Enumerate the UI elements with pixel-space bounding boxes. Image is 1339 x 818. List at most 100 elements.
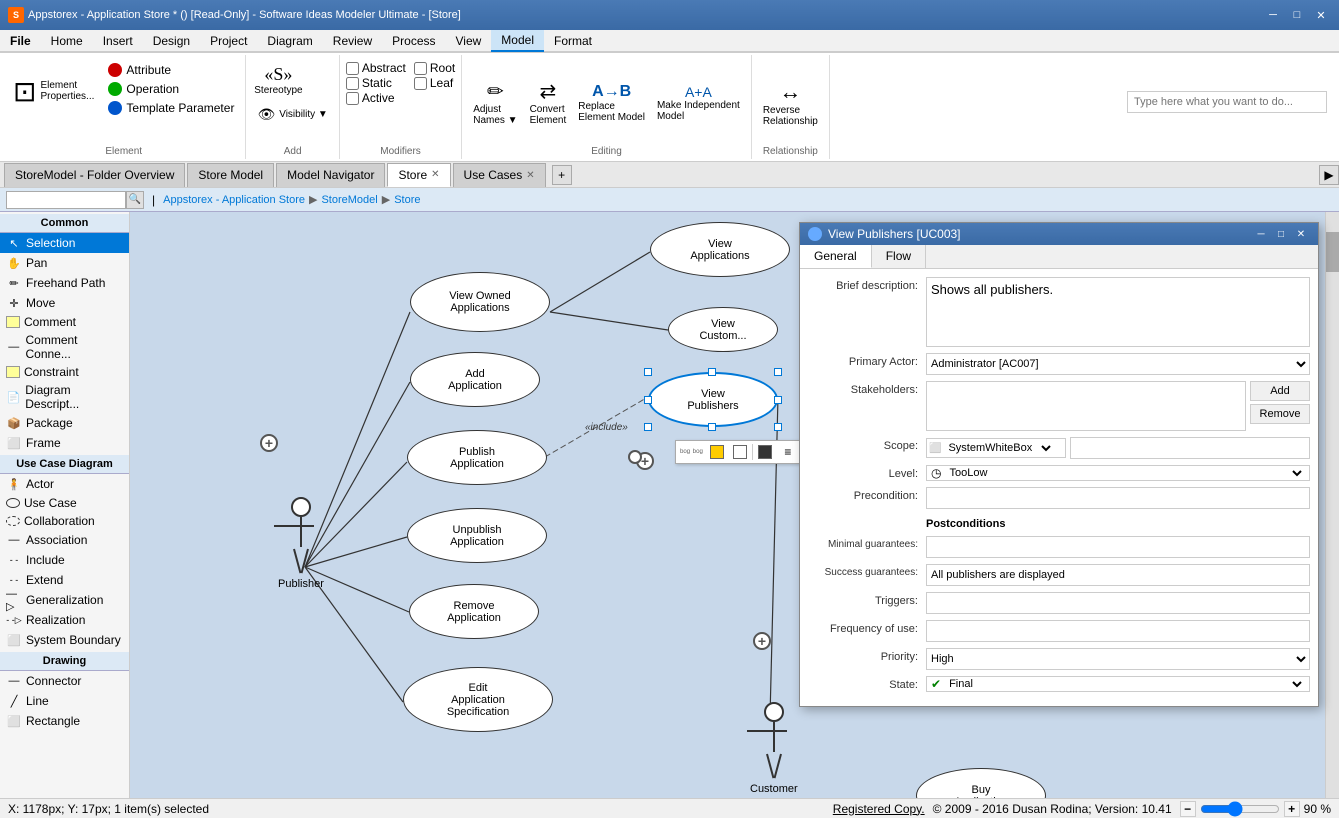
brief-desc-input[interactable]: Shows all publishers.: [926, 277, 1310, 347]
sel-handle-tr[interactable]: [774, 368, 782, 376]
visibility-btn[interactable]: 👁 Visibility ▼: [252, 103, 332, 126]
panel-item-freehand[interactable]: ✏ Freehand Path: [0, 273, 129, 293]
tab-use-cases[interactable]: Use Cases ✕: [453, 163, 546, 187]
panel-item-diagram-desc[interactable]: 📄 Diagram Descript...: [0, 381, 129, 413]
menu-project[interactable]: Project: [200, 30, 257, 52]
dialog-close-btn[interactable]: ✕: [1292, 227, 1310, 241]
menu-process[interactable]: Process: [382, 30, 445, 52]
search-field[interactable]: [6, 191, 126, 209]
zoom-out-btn[interactable]: −: [1180, 801, 1196, 817]
maximize-btn[interactable]: □: [1287, 7, 1307, 23]
tab-folder-overview[interactable]: StoreModel - Folder Overview: [4, 163, 185, 187]
panel-item-system-boundary[interactable]: ⬜ System Boundary: [0, 630, 129, 650]
sel-handle-tm[interactable]: [708, 368, 716, 376]
priority-select[interactable]: High Medium Low: [926, 648, 1310, 670]
abstract-checkbox[interactable]: [346, 62, 359, 75]
scope-text-input[interactable]: [1070, 437, 1310, 459]
operation-btn[interactable]: Operation: [103, 80, 239, 98]
actor-publisher[interactable]: Publisher: [278, 497, 324, 590]
dialog-tab-general[interactable]: General: [800, 245, 872, 268]
triggers-input[interactable]: [926, 592, 1310, 614]
uc-add-application[interactable]: AddApplication: [410, 352, 540, 407]
precondition-input[interactable]: [926, 487, 1310, 509]
actor-customer[interactable]: Customer: [750, 702, 798, 795]
vscroll-thumb[interactable]: [1326, 232, 1339, 272]
remove-stakeholder-btn[interactable]: Remove: [1250, 404, 1310, 424]
frequency-input[interactable]: [926, 620, 1310, 642]
adjust-names-btn[interactable]: ✏ AdjustNames ▼: [468, 76, 522, 129]
make-independent-btn[interactable]: A+A Make IndependentModel: [652, 81, 745, 125]
ft-color-btn[interactable]: [706, 443, 728, 461]
panel-item-line[interactable]: ╱ Line: [0, 691, 129, 711]
root-checkbox[interactable]: [414, 62, 427, 75]
static-checkbox[interactable]: [346, 77, 359, 90]
panel-item-association[interactable]: — Association: [0, 530, 129, 550]
uc-view-owned-apps[interactable]: View OwnedApplications: [410, 272, 550, 332]
vertical-scrollbar[interactable]: [1325, 212, 1339, 798]
add-btn-left[interactable]: +: [260, 434, 278, 452]
canvas[interactable]: «include» View OwnedApplications AddAppl…: [130, 212, 1339, 798]
panel-item-generalization[interactable]: —▷ Generalization: [0, 590, 129, 610]
uc-buy-application[interactable]: BuyApplication: [916, 768, 1046, 798]
sel-handle-bm[interactable]: [708, 423, 716, 431]
attribute-btn[interactable]: Attribute: [103, 61, 239, 79]
menu-home[interactable]: Home: [41, 30, 93, 52]
panel-item-move[interactable]: ✛ Move: [0, 293, 129, 313]
ft-white-btn[interactable]: [729, 443, 751, 461]
search-button[interactable]: 🔍: [126, 191, 144, 209]
success-guarantees-input[interactable]: [926, 564, 1310, 586]
sel-handle-br[interactable]: [774, 423, 782, 431]
panel-item-comment[interactable]: Comment: [0, 313, 129, 331]
state-select[interactable]: Final Draft Review: [945, 677, 1305, 691]
panel-item-rectangle[interactable]: ⬜ Rectangle: [0, 711, 129, 731]
stereotype-btn[interactable]: «S» Stereotype: [252, 61, 304, 99]
registered-copy[interactable]: Registered Copy.: [833, 802, 925, 816]
menu-insert[interactable]: Insert: [93, 30, 143, 52]
panel-item-collaboration[interactable]: Collaboration: [0, 512, 129, 530]
menu-review[interactable]: Review: [323, 30, 382, 52]
menu-diagram[interactable]: Diagram: [257, 30, 322, 52]
panel-item-constraint[interactable]: Constraint: [0, 363, 129, 381]
panel-item-include[interactable]: - - Include: [0, 550, 129, 570]
panel-item-pan[interactable]: ✋ Pan: [0, 253, 129, 273]
zoom-in-btn[interactable]: +: [1284, 801, 1300, 817]
breadcrumb-appstorex[interactable]: Appstorex - Application Store: [163, 194, 305, 206]
ft-black-btn[interactable]: [754, 443, 776, 461]
active-checkbox[interactable]: [346, 92, 359, 105]
replace-element-btn[interactable]: A→B ReplaceElement Model: [573, 80, 650, 126]
dialog-maximize-btn[interactable]: □: [1272, 227, 1290, 241]
menu-format[interactable]: Format: [544, 30, 602, 52]
panel-item-realization[interactable]: - -▷ Realization: [0, 610, 129, 630]
stakeholders-list[interactable]: [926, 381, 1246, 431]
level-select[interactable]: TooLow: [945, 466, 1305, 480]
uc-unpublish-application[interactable]: UnpublishApplication: [407, 508, 547, 563]
reverse-relationship-btn[interactable]: ↔ ReverseRelationship: [758, 76, 823, 130]
tab-model-navigator[interactable]: Model Navigator: [276, 163, 385, 187]
uc-view-applications[interactable]: ViewApplications: [650, 222, 790, 277]
panel-item-actor[interactable]: 🧍 Actor: [0, 474, 129, 494]
add-tab-btn[interactable]: +: [552, 165, 572, 185]
uc-view-custom[interactable]: ViewCustom...: [668, 307, 778, 352]
template-param-btn[interactable]: Template Parameter: [103, 99, 239, 117]
add-btn-right[interactable]: +: [753, 632, 771, 650]
element-properties-btn[interactable]: ⊡ ElementProperties...: [8, 61, 99, 121]
panel-item-selection[interactable]: ↖ Selection: [0, 233, 129, 253]
tab-use-cases-close[interactable]: ✕: [526, 170, 534, 181]
zoom-slider[interactable]: [1200, 801, 1280, 817]
primary-actor-select[interactable]: Administrator [AC007]: [926, 353, 1310, 375]
uc-publish-application[interactable]: PublishApplication: [407, 430, 547, 485]
panel-item-comment-connector[interactable]: — Comment Conne...: [0, 331, 129, 363]
tab-store-model[interactable]: Store Model: [187, 163, 274, 187]
panel-item-connector[interactable]: — Connector: [0, 671, 129, 691]
sel-handle-bl[interactable]: [644, 423, 652, 431]
tab-store[interactable]: Store ✕: [387, 163, 450, 187]
convert-element-btn[interactable]: ⇄ ConvertElement: [525, 76, 572, 129]
menu-model[interactable]: Model: [491, 30, 544, 52]
breadcrumb-store[interactable]: Store: [394, 194, 420, 206]
panel-item-usecase[interactable]: Use Case: [0, 494, 129, 512]
menu-view[interactable]: View: [446, 30, 492, 52]
tab-store-close[interactable]: ✕: [431, 169, 439, 180]
scope-select[interactable]: SystemWhiteBox: [944, 441, 1054, 455]
add-stakeholder-btn[interactable]: Add: [1250, 381, 1310, 401]
dialog-minimize-btn[interactable]: ─: [1252, 227, 1270, 241]
